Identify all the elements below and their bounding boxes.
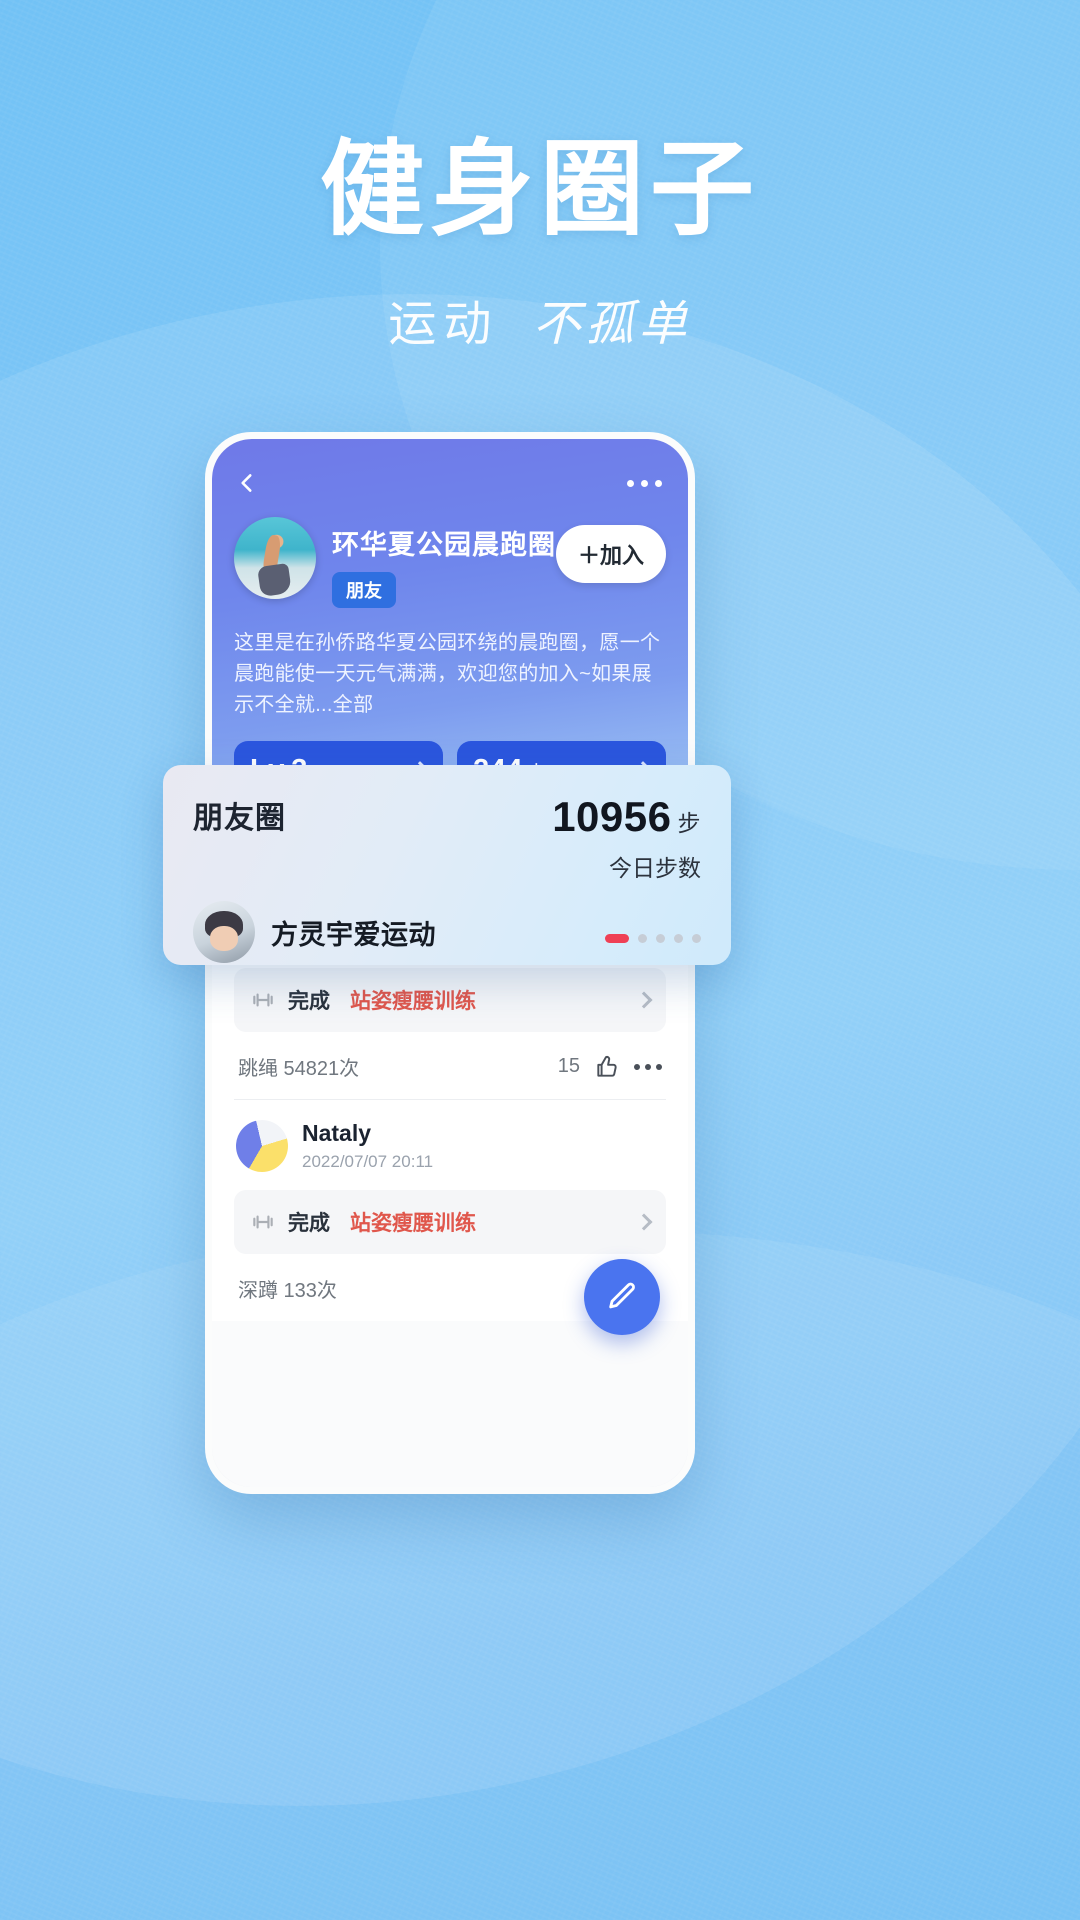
post-metric: 跳绳 54821次 [238,1058,360,1080]
post-footer: 跳绳 54821次 15 [234,1032,666,1100]
pencil-edit-icon [609,1282,635,1309]
carousel-dot-active[interactable] [605,934,629,943]
moments-overlay-card[interactable]: 朋友圈 10956 步 今日步数 方灵宇爱运动 [163,765,731,965]
avatar [193,901,255,963]
more-dots-icon[interactable] [634,1063,662,1070]
post-author-block: Nataly 2022/07/07 20:11 [302,1120,433,1172]
page-subtitle-part-1: 运动 [388,298,499,352]
chevron-right-icon [635,1213,653,1231]
hero-section: 健身圈子 运动 不孤单 [0,0,1080,354]
post-metric: 深蹲 133次 [238,1280,337,1302]
page-subtitle: 运动 不孤单 [0,284,1080,354]
steps-value-wrap: 10956 步 [552,793,701,841]
group-profile-row: 环华夏公园晨跑圈 朋友 ＋加入 [234,517,666,608]
back-chevron-icon[interactable] [234,470,260,496]
page-subtitle-part-2: 不孤单 [532,298,692,352]
app-topbar [234,439,666,503]
group-description: 这里是在孙侨路华夏公园环绕的晨跑圈，愿一个晨跑能使一天元气满满，欢迎您的加入~如… [234,632,661,716]
steps-value: 10956 [552,793,672,840]
dumbbell-icon [253,1215,273,1229]
post-timestamp: 2022/07/07 20:11 [302,1152,434,1171]
steps-unit: 步 [677,810,701,836]
status-badge: 朋友 [332,572,396,608]
steps-label: 今日步数 [609,855,701,881]
like-count: 15 [557,1055,580,1077]
training-name: 站姿瘦腰训练 [350,1212,476,1235]
join-button[interactable]: ＋加入 [555,525,666,583]
carousel-pagination[interactable] [605,934,701,943]
page-title: 健身圈子 [319,132,760,248]
moments-username: 方灵宇爱运动 [271,919,436,950]
moments-title: 朋友圈 [193,802,286,835]
training-row[interactable]: 完成 站姿瘦腰训练 [234,1190,666,1254]
training-status: 完成 [288,990,330,1013]
post-actions: 15 [558,1054,662,1080]
training-name: 站姿瘦腰训练 [350,990,476,1013]
group-avatar[interactable] [234,517,316,599]
training-status: 完成 [288,1212,330,1235]
group-name: 环华夏公园晨跑圈 [332,530,556,560]
carousel-dot[interactable] [674,934,683,943]
thumbs-up-icon [597,1055,617,1077]
carousel-dot[interactable] [692,934,701,943]
group-header: 环华夏公园晨跑圈 朋友 ＋加入 这里是在孙侨路华夏公园环绕的晨跑圈，愿一个晨跑能… [212,439,688,845]
steps-block: 10956 步 今日步数 [552,793,701,883]
moments-card-top: 朋友圈 10956 步 今日步数 [193,793,701,883]
post-author-name: Nataly [302,1120,372,1146]
chevron-right-icon [635,991,653,1009]
more-dots-icon[interactable] [627,479,666,487]
compose-post-button[interactable] [584,1259,660,1335]
post-header: Nataly 2022/07/07 20:11 [234,1108,666,1178]
carousel-dot[interactable] [656,934,665,943]
avatar[interactable] [236,1120,288,1172]
moments-user-row[interactable]: 方灵宇爱运动 [193,901,701,963]
training-row[interactable]: 完成 站姿瘦腰训练 [234,968,666,1032]
carousel-dot[interactable] [638,934,647,943]
group-meta: 环华夏公园晨跑圈 朋友 [332,517,556,608]
dumbbell-icon [253,993,273,1007]
